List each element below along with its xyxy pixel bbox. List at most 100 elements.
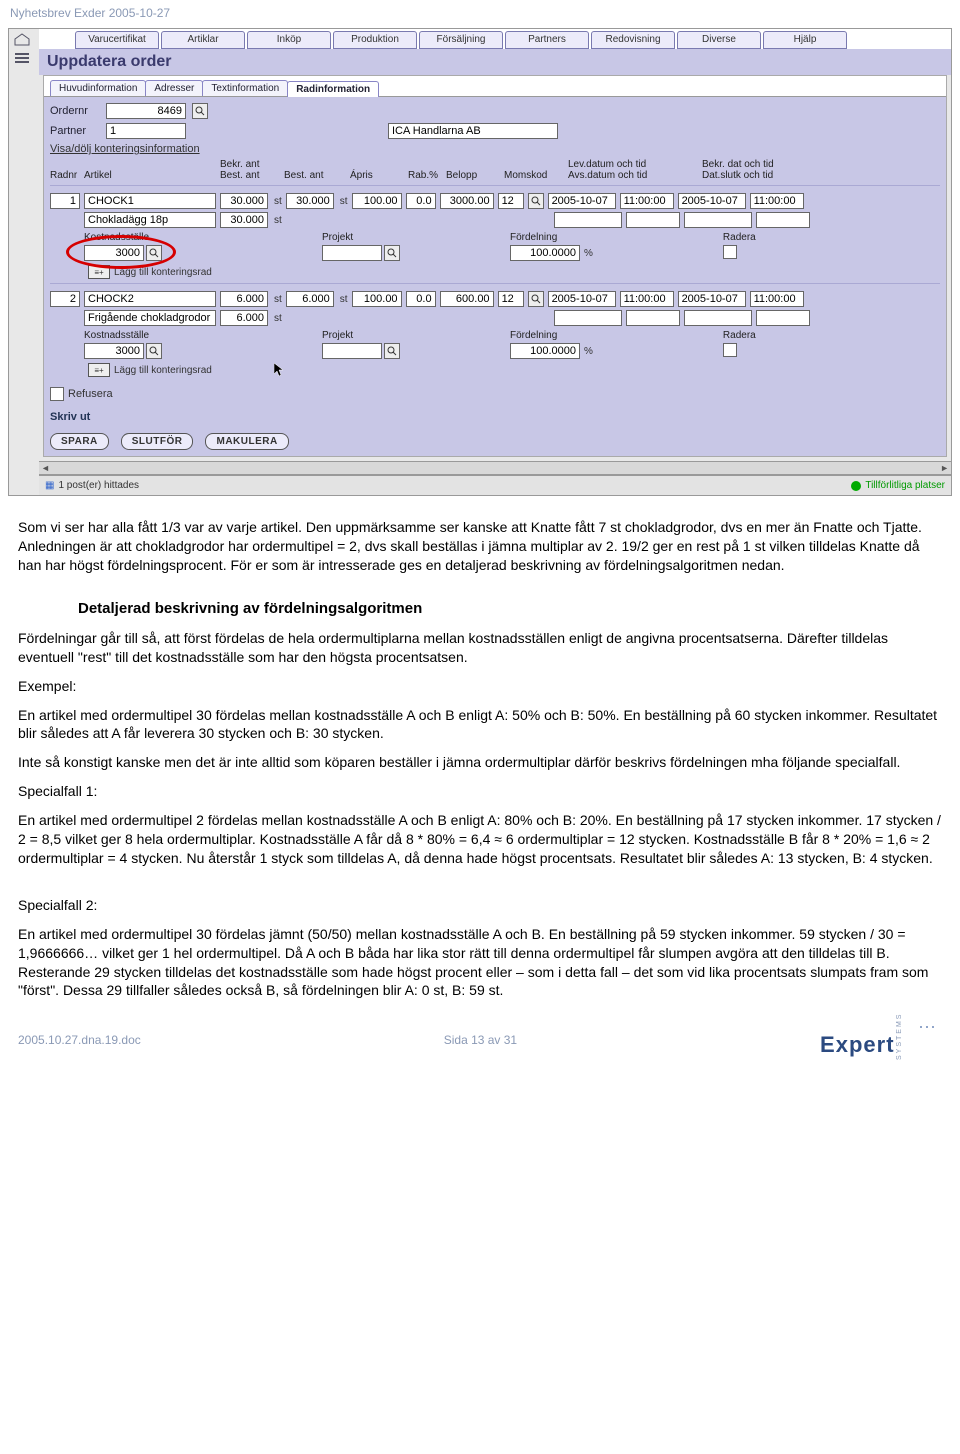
makulera-button[interactable]: MAKULERA xyxy=(205,433,288,450)
col-radnr: Radnr xyxy=(50,170,80,181)
radera-checkbox[interactable] xyxy=(723,343,737,357)
spara-button[interactable]: SPARA xyxy=(50,433,109,450)
apris-input[interactable] xyxy=(352,291,402,307)
para-2: Fördelningar går till så, att först förd… xyxy=(18,629,942,667)
pct-label: % xyxy=(584,248,593,259)
lev-time-input[interactable] xyxy=(620,291,674,307)
momskod-search-icon[interactable] xyxy=(528,291,544,307)
add-row-label[interactable]: Lägg till konteringsrad xyxy=(114,267,212,278)
momskod-input[interactable] xyxy=(498,193,524,209)
avs-date-input[interactable] xyxy=(554,212,622,228)
add-row-icon[interactable]: ≡+ xyxy=(88,363,110,377)
avs-time-input[interactable] xyxy=(626,310,680,326)
projekt-input[interactable] xyxy=(322,343,382,359)
slutk-time-input[interactable] xyxy=(756,212,810,228)
radnr-input[interactable] xyxy=(50,291,80,307)
partner-label: Partner xyxy=(50,125,100,137)
tab-huvudinformation[interactable]: Huvudinformation xyxy=(50,80,146,96)
kostnadsst-search-icon[interactable] xyxy=(146,343,162,359)
menu-redovisning[interactable]: Redovisning xyxy=(591,31,675,49)
tab-adresser[interactable]: Adresser xyxy=(145,80,203,96)
hscrollbar[interactable]: ◄► xyxy=(39,461,951,475)
col-avs: Avs.datum och tid xyxy=(568,170,698,181)
projekt-input[interactable] xyxy=(322,245,382,261)
belopp-input[interactable] xyxy=(440,291,494,307)
kostnadsst-search-icon[interactable] xyxy=(146,245,162,261)
brand-text: Expert xyxy=(820,1032,894,1057)
home-icon[interactable] xyxy=(13,33,31,47)
menu-partners[interactable]: Partners xyxy=(505,31,589,49)
slutk-date-input[interactable] xyxy=(684,212,752,228)
fordelning-input[interactable] xyxy=(510,245,580,261)
artikel-desc-input[interactable] xyxy=(84,212,216,228)
bekr-time-input[interactable] xyxy=(750,291,804,307)
rab-input[interactable] xyxy=(406,291,436,307)
refusera-checkbox[interactable] xyxy=(50,387,64,401)
unit-label: st xyxy=(274,215,282,226)
fordelning-input[interactable] xyxy=(510,343,580,359)
tab-radinformation[interactable]: Radinformation xyxy=(287,81,379,97)
best-ant-input-2[interactable] xyxy=(220,310,268,326)
add-row-label[interactable]: Lägg till konteringsrad xyxy=(114,365,212,376)
list-icon[interactable] xyxy=(13,51,31,65)
bekr-ant-input[interactable] xyxy=(220,193,268,209)
projekt-search-icon[interactable] xyxy=(384,343,400,359)
avs-time-input[interactable] xyxy=(626,212,680,228)
lev-date-input[interactable] xyxy=(548,291,616,307)
ordernr-search-icon[interactable] xyxy=(192,103,208,119)
lev-time-input[interactable] xyxy=(620,193,674,209)
menu-inköp[interactable]: Inköp xyxy=(247,31,331,49)
partner-name-input[interactable] xyxy=(388,123,558,139)
best-ant-input[interactable] xyxy=(286,291,334,307)
best-ant-input[interactable] xyxy=(286,193,334,209)
slutk-time-input[interactable] xyxy=(756,310,810,326)
rab-input[interactable] xyxy=(406,193,436,209)
lev-date-input[interactable] xyxy=(548,193,616,209)
momskod-search-icon[interactable] xyxy=(528,193,544,209)
artikel-input[interactable] xyxy=(84,193,216,209)
artikel-desc-input[interactable] xyxy=(84,310,216,326)
menu-diverse[interactable]: Diverse xyxy=(677,31,761,49)
dots-icon: ⋯ xyxy=(918,1017,942,1037)
menu-försäljning[interactable]: Försäljning xyxy=(419,31,503,49)
bekr-ant-input[interactable] xyxy=(220,291,268,307)
slutk-date-input[interactable] xyxy=(684,310,752,326)
para-8: Specialfall 2: xyxy=(18,896,942,915)
apris-input[interactable] xyxy=(352,193,402,209)
partner-row: Partner xyxy=(50,123,940,139)
bekr-time-input[interactable] xyxy=(750,193,804,209)
radnr-input[interactable] xyxy=(50,193,80,209)
scroll-left-icon[interactable]: ◄ xyxy=(41,463,50,473)
kostnadsst-input[interactable] xyxy=(84,343,144,359)
radera-checkbox[interactable] xyxy=(723,245,737,259)
skriv-ut-link[interactable]: Skriv ut xyxy=(50,411,940,423)
avs-date-input[interactable] xyxy=(554,310,622,326)
col-lev: Lev.datum och tid xyxy=(568,159,698,170)
ordernr-input[interactable] xyxy=(106,103,186,119)
belopp-input[interactable] xyxy=(440,193,494,209)
best-ant-input-2[interactable] xyxy=(220,212,268,228)
momskod-input[interactable] xyxy=(498,291,524,307)
menu-hjälp[interactable]: Hjälp xyxy=(763,31,847,49)
scroll-right-icon[interactable]: ► xyxy=(940,463,949,473)
partner-id-input[interactable] xyxy=(106,123,186,139)
add-row-icon[interactable]: ≡+ xyxy=(88,265,110,279)
projekt-search-icon[interactable] xyxy=(384,245,400,261)
para-3: Exempel: xyxy=(18,677,942,696)
menu-produktion[interactable]: Produktion xyxy=(333,31,417,49)
tab-textinformation[interactable]: Textinformation xyxy=(202,80,288,96)
bekr-date-input[interactable] xyxy=(678,193,746,209)
slutför-button[interactable]: SLUTFÖR xyxy=(121,433,194,450)
menu-artiklar[interactable]: Artiklar xyxy=(161,31,245,49)
bekr-date-input[interactable] xyxy=(678,291,746,307)
menu-varucertifikat[interactable]: Varucertifikat xyxy=(75,31,159,49)
unit-label: st xyxy=(340,196,348,207)
toggle-kontering-link[interactable]: Visa/dölj konteringsinformation xyxy=(50,143,940,155)
menubar: VarucertifikatArtiklarInköpProduktionFör… xyxy=(39,29,951,49)
grid-header: Radnr Artikel Bekr. ant Best. ant Best. … xyxy=(50,159,940,181)
unit-label: st xyxy=(274,196,282,207)
kostnadsst-input[interactable] xyxy=(84,245,144,261)
artikel-input[interactable] xyxy=(84,291,216,307)
action-buttons: SPARA SLUTFÖR MAKULERA xyxy=(50,433,940,450)
kostnadsst-label: Kostnadsställe xyxy=(84,232,162,243)
